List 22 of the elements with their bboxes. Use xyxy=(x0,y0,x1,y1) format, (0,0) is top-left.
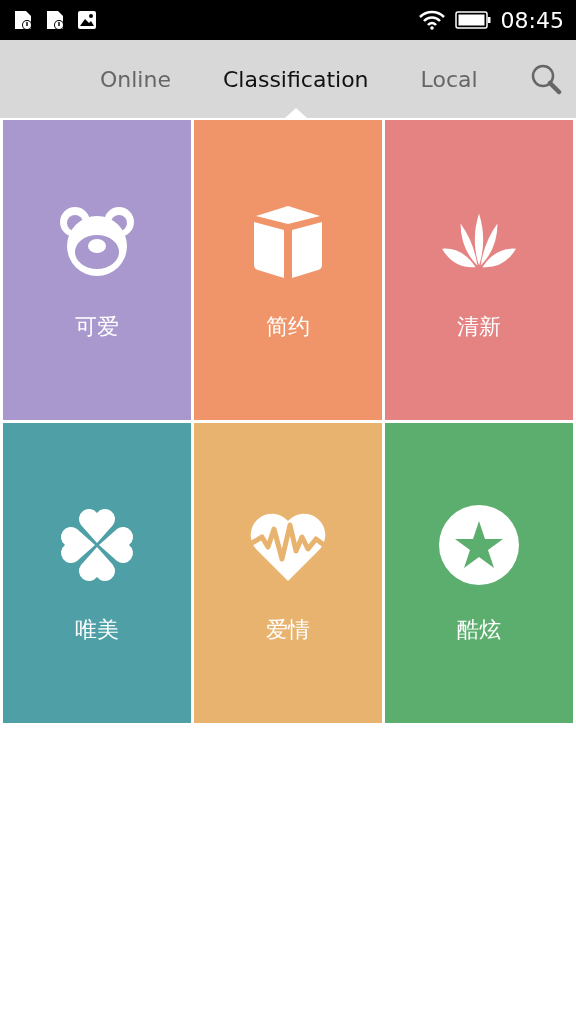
sim-alert-icon xyxy=(12,9,34,31)
tab[interactable]: Local xyxy=(420,40,478,118)
category-tile[interactable]: 爱情 xyxy=(194,423,382,723)
search-button[interactable] xyxy=(529,62,562,96)
category-tile[interactable]: 清新 xyxy=(385,120,573,420)
category-label: 简约 xyxy=(266,313,310,341)
image-icon xyxy=(76,9,98,31)
battery-icon xyxy=(454,11,491,29)
category-tile[interactable]: 简约 xyxy=(194,120,382,420)
tab[interactable]: Online xyxy=(100,40,171,118)
wifi-icon xyxy=(418,10,445,30)
sim-alert-icon xyxy=(44,9,66,31)
clock-time: 08:45 xyxy=(500,6,564,35)
category-tile[interactable]: 酷炫 xyxy=(385,423,573,723)
category-tile[interactable]: 可爱 xyxy=(3,120,191,420)
category-tile[interactable]: 唯美 xyxy=(3,423,191,723)
category-label: 可爱 xyxy=(75,313,119,341)
category-label: 酷炫 xyxy=(457,616,501,644)
category-label: 清新 xyxy=(457,313,501,341)
category-label: 爱情 xyxy=(266,616,310,644)
category-label: 唯美 xyxy=(75,616,119,644)
search-icon xyxy=(529,63,562,95)
